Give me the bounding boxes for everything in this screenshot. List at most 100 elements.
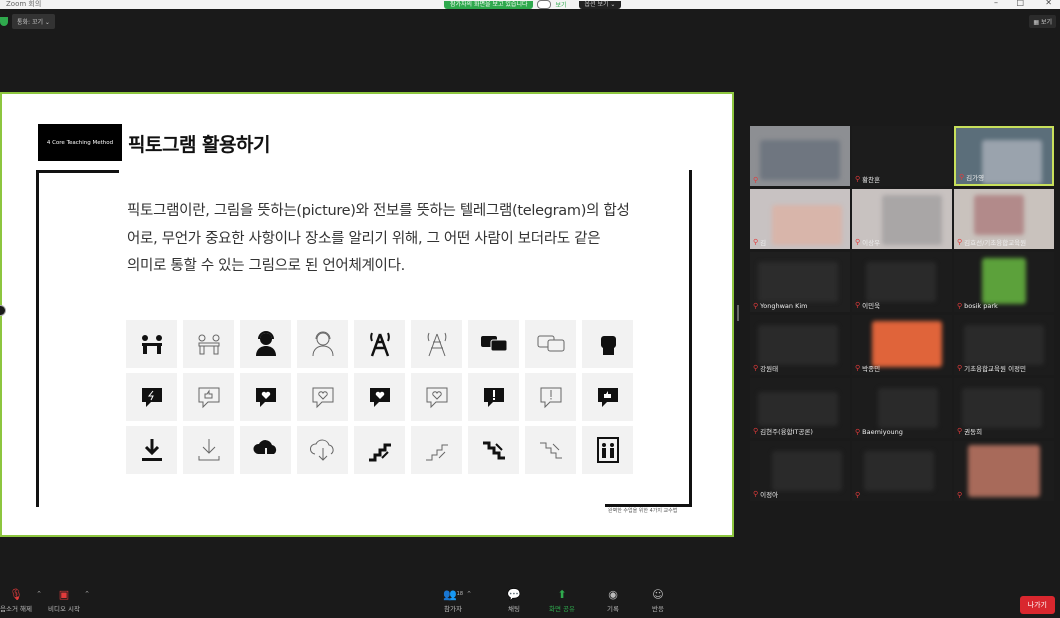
participant-tile[interactable]: ⚲	[954, 441, 1054, 501]
unmute-button[interactable]: 🎙 음소거 해제 ⌃	[0, 588, 42, 614]
pictogram-cell	[126, 426, 177, 474]
pictogram-cell	[525, 320, 576, 368]
participants-icon: 👥 18	[442, 587, 464, 601]
participant-video	[772, 451, 842, 491]
participant-tile[interactable]: ⚲ 김	[750, 189, 850, 249]
speaker-view-button[interactable]: 통화: 꼬기 ⌄	[12, 14, 55, 29]
pictogram-cell	[240, 426, 291, 474]
mic-muted-icon: ⚲	[957, 364, 963, 372]
participant-tile[interactable]: ⚲	[750, 126, 850, 186]
chevron-up-icon[interactable]: ⌃	[84, 590, 90, 598]
mic-muted-icon: ⚲	[753, 238, 759, 246]
participant-name: ⚲ 이상우	[855, 238, 881, 247]
participant-tile[interactable]: ⚲ 김효선/기초융합교육원	[954, 189, 1054, 249]
alert-message-icon	[483, 388, 504, 407]
participant-tile[interactable]: ⚲ 권동희	[954, 378, 1054, 438]
pictogram-cell	[297, 426, 348, 474]
participant-tile[interactable]: ⚲ bosik park	[954, 252, 1054, 312]
top-left-controls: 통화: 꼬기 ⌄	[0, 14, 55, 29]
stairs-up-icon	[368, 443, 391, 462]
participant-tile[interactable]: ⚲ 강원태	[750, 315, 850, 375]
heart-message-outline-icon	[426, 387, 447, 409]
participant-tile[interactable]: ⚲ 김현주(융합IT공론)	[750, 378, 850, 438]
tower-outline-icon	[427, 332, 446, 357]
participant-name: ⚲ 김가영	[959, 173, 985, 182]
participant-tile[interactable]: ⚲ 황찬혼	[852, 126, 952, 186]
mic-muted-icon: ⚲	[957, 491, 963, 499]
pictogram-cell	[411, 426, 462, 474]
participant-tile[interactable]: ⚲	[852, 441, 952, 501]
elevator-icon	[596, 437, 619, 463]
pictogram-cell	[411, 373, 462, 421]
minimize-button[interactable]: –	[994, 0, 998, 7]
participant-name: ⚲	[855, 491, 862, 499]
participant-name: ⚲ 이정아	[753, 490, 779, 499]
participant-video	[772, 205, 842, 245]
participants-button[interactable]: 👥 18 참가자 ⌃	[442, 587, 472, 614]
participant-tile[interactable]: ⚲ 이민욱	[852, 252, 952, 312]
mic-muted-icon: ⚲	[753, 364, 759, 372]
pictogram-cell	[582, 426, 633, 474]
pictogram-cell	[183, 320, 234, 368]
slide-body-line: 픽토그램이란, 그림을 뜻하는(picture)와 전보를 뜻하는 텔레그램(t…	[127, 203, 630, 219]
participant-video	[760, 140, 840, 180]
heart-message-icon	[255, 388, 276, 407]
pictogram-cell	[468, 320, 519, 368]
pictogram-cell	[411, 320, 462, 368]
chevron-up-icon[interactable]: ⌃	[36, 590, 42, 598]
headset-user-icon	[255, 331, 276, 356]
fist-icon	[600, 336, 616, 355]
record-button[interactable]: ◉ 기록	[606, 588, 620, 614]
participant-tile[interactable]: ⚲ 박종민	[852, 315, 952, 375]
participant-name: ⚲ Yonghwan Kim	[753, 302, 808, 310]
chat-icon: 💬	[507, 587, 521, 601]
view-button[interactable]: ▦ 보기	[1029, 15, 1056, 28]
shield-icon[interactable]	[0, 17, 8, 26]
pictogram-cell	[582, 320, 633, 368]
shared-screen: 4 Core Teaching Method 픽토그램 활용하기 픽토그램이란,…	[0, 92, 734, 537]
share-toggle[interactable]	[537, 0, 552, 9]
start-video-button[interactable]: ▣ 비디오 시작 ⌃	[48, 588, 90, 614]
mic-muted-icon: ⚲	[753, 176, 759, 184]
mic-muted-icon: ⚲	[855, 238, 861, 246]
participant-tile[interactable]: ⚲ 김가영	[954, 126, 1054, 186]
mic-muted-icon: ⚲	[957, 427, 963, 435]
pictogram-cell	[468, 373, 519, 421]
view-options-button[interactable]: 옵션 보기 ⌄	[578, 0, 622, 9]
pictogram-grid	[126, 320, 636, 474]
pictogram-cell	[183, 426, 234, 474]
participant-name: ⚲	[957, 491, 964, 499]
participant-video	[962, 388, 1042, 428]
cloud-download-icon	[252, 440, 276, 462]
participant-tile[interactable]: ⚲ Baemiyoung	[852, 378, 952, 438]
participant-tile[interactable]: ⚲ 기초융합교육원 이정민	[954, 315, 1054, 375]
pictogram-cell	[525, 373, 576, 421]
share-status: 참가자의 화면을 보고 있습니다	[444, 0, 534, 9]
close-button[interactable]: ✕	[1045, 0, 1052, 7]
pictogram-cell	[183, 373, 234, 421]
maximize-button[interactable]: □	[1016, 0, 1024, 7]
share-screen-button[interactable]: ⬆ 화면 공유	[549, 588, 575, 614]
participant-tile[interactable]: ⚲ 이정아	[750, 441, 850, 501]
mic-muted-icon: ⚲	[855, 301, 861, 309]
panel-divider[interactable]	[737, 305, 739, 321]
stairs-up-outline-icon	[425, 444, 448, 461]
mic-muted-icon: ⚲	[753, 302, 759, 310]
chat-bubbles-icon	[480, 336, 507, 352]
participant-tile[interactable]: ⚲ 이상우	[852, 189, 952, 249]
participant-tile[interactable]: ⚲ Yonghwan Kim	[750, 252, 850, 312]
share-toggle-label: 보기	[555, 2, 567, 9]
pictogram-cell	[126, 320, 177, 368]
pictogram-cell	[525, 426, 576, 474]
stairs-down-outline-icon	[539, 442, 562, 459]
participant-name: ⚲ 황찬혼	[855, 175, 881, 184]
heart-message-outline-icon	[312, 387, 333, 409]
chat-button[interactable]: 💬 채팅	[507, 587, 521, 614]
mic-muted-icon: ⚲	[855, 428, 861, 436]
meeting-icon	[141, 335, 162, 354]
chevron-up-icon[interactable]: ⌃	[466, 590, 472, 598]
participant-video	[878, 388, 938, 428]
slide-title: 픽토그램 활용하기	[128, 134, 270, 156]
reactions-button[interactable]: ☺ 반응	[651, 588, 665, 614]
leave-button[interactable]: 나가기	[1019, 596, 1055, 614]
